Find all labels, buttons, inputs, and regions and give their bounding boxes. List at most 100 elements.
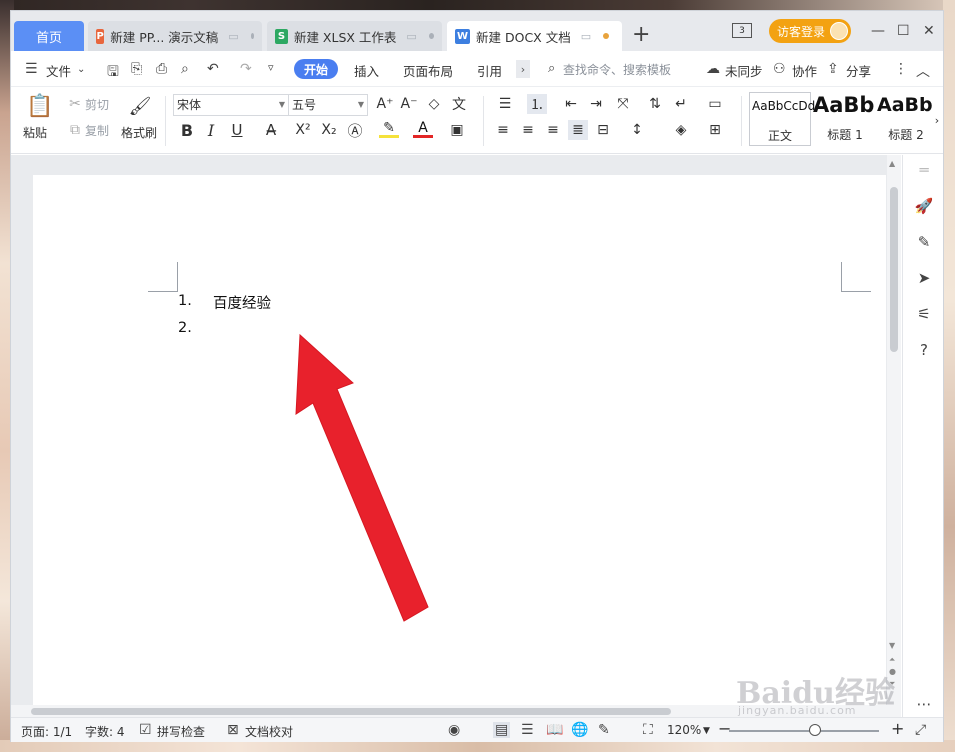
ruler-icon[interactable]: ▭ (705, 94, 725, 114)
menu-file[interactable]: 文件 (46, 61, 71, 80)
command-search[interactable]: 查找命令、搜索模板 (563, 61, 671, 78)
pen-icon[interactable]: ✎ (915, 233, 933, 251)
tab-spreadsheet[interactable]: S 新建 XLSX 工作表 ▭ (267, 21, 442, 51)
font-color-icon[interactable]: A (413, 120, 433, 138)
redo-icon[interactable]: ↷ (240, 61, 252, 77)
proofread-icon[interactable]: ⊠ (227, 722, 239, 738)
chevron-right-icon[interactable]: › (931, 110, 943, 130)
print-icon[interactable]: ⎙ (156, 61, 167, 77)
line-spacing-icon[interactable]: ↕ (627, 120, 647, 140)
tab-home[interactable]: 首页 (14, 21, 84, 51)
menu-references[interactable]: 引用 (477, 61, 502, 80)
char-border-icon[interactable]: ▣ (447, 120, 467, 140)
superscript-icon[interactable]: X² (293, 120, 313, 140)
write-mode-icon[interactable]: ✎ (598, 722, 610, 738)
chevron-down-icon[interactable]: ⌄ (77, 64, 85, 75)
web-view-icon[interactable]: 🌐 (571, 722, 588, 738)
outline-view-icon[interactable]: ☰ (521, 722, 534, 738)
customize-toolbar-icon[interactable]: ▿ (268, 61, 274, 74)
text-effect-icon[interactable]: Ⓐ (345, 120, 365, 140)
eye-protection-icon[interactable]: ◉ (448, 722, 460, 738)
font-size-select[interactable]: 五号 ▼ (288, 94, 368, 116)
settings-sliders-icon[interactable]: ⚟ (915, 305, 933, 323)
align-left-icon[interactable]: ≡ (493, 120, 513, 140)
spellcheck-icon[interactable]: ☑ (139, 722, 152, 738)
font-name-select[interactable]: 宋体 ▼ (173, 94, 289, 116)
chinese-layout-icon[interactable]: ⤧ (613, 94, 633, 114)
panel-grip-icon[interactable]: ═ (915, 161, 933, 179)
more-tabs-arrow[interactable]: › (516, 60, 530, 78)
scroll-down-icon[interactable]: ▼ (889, 641, 895, 650)
collaborate-button[interactable]: 协作 (792, 61, 817, 80)
menu-page-layout[interactable]: 页面布局 (403, 61, 453, 80)
hamburger-icon[interactable]: ☰ (25, 61, 38, 77)
clear-format-icon[interactable]: ◇ (424, 94, 444, 114)
strikethrough-icon[interactable]: A̶ (261, 120, 281, 140)
window-count-button[interactable]: 3 (732, 23, 752, 38)
document-page[interactable]: 1. 百度经验 2. (33, 175, 886, 705)
fit-page-icon[interactable]: ⛶ (643, 722, 653, 738)
copy-button[interactable]: 复制 (85, 122, 109, 139)
justify-icon[interactable]: ≣ (568, 120, 588, 140)
scroll-thumb[interactable] (890, 187, 898, 352)
word-count[interactable]: 字数: 4 (85, 723, 125, 740)
underline-icon[interactable]: U (227, 120, 247, 140)
zoom-in-button[interactable]: + (891, 719, 904, 738)
scroll-thumb[interactable] (31, 708, 671, 715)
decrease-indent-icon[interactable]: ⇤ (561, 94, 581, 114)
cut-button[interactable]: 剪切 (85, 96, 109, 113)
zoom-slider-handle[interactable] (809, 724, 821, 736)
undo-icon[interactable]: ↶ (207, 61, 219, 77)
more-options-icon[interactable]: ⋮ (894, 61, 908, 77)
export-pdf-icon[interactable]: ⎘ (131, 61, 142, 77)
borders-icon[interactable]: ⊞ (705, 120, 725, 140)
add-tab-button[interactable]: + (632, 24, 650, 46)
shading-icon[interactable]: ◈ (671, 120, 691, 140)
minimize-button[interactable]: — (871, 23, 885, 39)
increase-indent-icon[interactable]: ⇥ (586, 94, 606, 114)
help-icon[interactable]: ? (915, 341, 933, 359)
align-right-icon[interactable]: ≡ (543, 120, 563, 140)
bold-icon[interactable]: B (177, 120, 197, 140)
show-marks-icon[interactable]: ↵ (671, 94, 691, 114)
zoom-slider[interactable] (729, 730, 879, 732)
spellcheck-button[interactable]: 拼写检查 (157, 723, 205, 740)
rocket-icon[interactable]: 🚀 (915, 197, 934, 215)
collapse-ribbon-icon[interactable]: ︿ (916, 61, 930, 81)
proofread-button[interactable]: 文档校对 (245, 723, 293, 740)
print-preview-icon[interactable]: ⌕ (181, 61, 189, 77)
collaborate-icon[interactable]: ⚇ (773, 61, 786, 77)
vertical-scrollbar[interactable]: ▲ ▼ ⏶ ● ⏷ (887, 155, 901, 705)
copy-icon[interactable]: ⧉ (65, 120, 85, 140)
paste-icon[interactable]: 📋 (26, 92, 53, 120)
guest-login-button[interactable]: 访客登录 (769, 19, 851, 43)
maximize-button[interactable]: ☐ (897, 23, 910, 39)
distribute-icon[interactable]: ⊟ (593, 120, 613, 140)
style-heading-1[interactable]: AaBb 标题 1 (813, 92, 877, 146)
zoom-out-button[interactable]: − (718, 719, 731, 738)
fullscreen-icon[interactable]: ⤢ (915, 722, 926, 738)
page-view-icon[interactable]: ▤ (493, 722, 511, 738)
cursor-select-icon[interactable]: ➤ (915, 269, 933, 287)
format-painter-button[interactable]: 格式刷 (121, 124, 157, 141)
save-icon[interactable]: 🖫 (107, 61, 119, 85)
sort-icon[interactable]: ⇅ (645, 94, 665, 114)
pinyin-guide-icon[interactable]: 文 (449, 94, 469, 114)
shrink-font-icon[interactable]: A⁻ (399, 94, 419, 114)
page-indicator[interactable]: 页面: 1/1 (21, 723, 72, 740)
tab-presentation[interactable]: P 新建 PP... 演示文稿 ▭ (88, 21, 262, 51)
cut-icon[interactable]: ✂ (65, 94, 85, 114)
menu-insert[interactable]: 插入 (354, 61, 379, 80)
tab-document[interactable]: W 新建 DOCX 文档 ▭ (447, 21, 622, 51)
format-painter-icon[interactable]: 🖌 (129, 92, 152, 120)
sync-status[interactable]: 未同步 (725, 61, 763, 80)
bullet-list-icon[interactable]: ☰ (495, 94, 515, 114)
scroll-up-icon[interactable]: ▲ (889, 159, 895, 168)
zoom-level[interactable]: 120% (667, 723, 701, 737)
grow-font-icon[interactable]: A⁺ (375, 94, 395, 114)
share-icon[interactable]: ⇪ (827, 61, 839, 77)
style-normal[interactable]: AaBbCcDd 正文 (749, 92, 815, 146)
numbered-list-icon[interactable]: ⒈ (527, 94, 547, 114)
zoom-dropdown-icon[interactable]: ▼ (703, 726, 710, 736)
menu-home[interactable]: 开始 (294, 59, 338, 79)
